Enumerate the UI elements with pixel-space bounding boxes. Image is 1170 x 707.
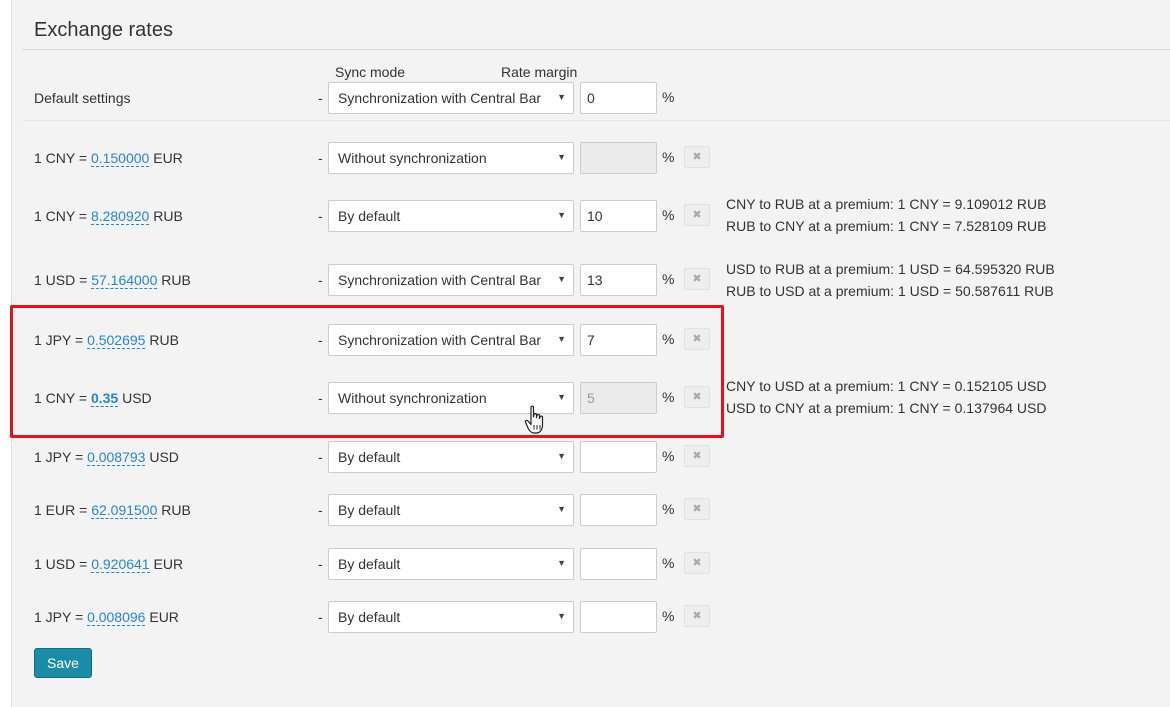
rate-label: 1 USD = 0.920641 EUR [34, 556, 184, 573]
highlight-box [10, 305, 724, 438]
remove-button[interactable]: ✖ [684, 204, 710, 226]
page-title: Exchange rates [34, 19, 173, 41]
dash: - [318, 208, 323, 224]
sync-mode-select[interactable]: By default ▼ [328, 200, 574, 232]
hand-pointer-icon [524, 405, 544, 434]
close-icon: ✖ [692, 610, 702, 622]
premium-note: RUB to USD at a premium: 1 USD = 50.5876… [726, 283, 1054, 299]
rate-value-link[interactable]: 57.164000 [91, 272, 158, 289]
sync-mode-select[interactable]: By default ▼ [328, 601, 574, 633]
rate-row-cny-eur: 1 CNY = 0.150000 EUR - Without synchroni… [0, 142, 1170, 176]
column-header-sync-mode: Sync mode [335, 64, 406, 80]
sync-mode-value: By default [338, 449, 401, 465]
rate-row-jpy-eur: 1 JPY = 0.008096 EUR - By default ▼ % ✖ [0, 601, 1170, 635]
dash: - [318, 90, 323, 106]
chevron-down-icon: ▼ [557, 451, 566, 461]
chevron-down-icon: ▼ [557, 611, 566, 621]
percent-sign: % [662, 448, 675, 464]
remove-button[interactable]: ✖ [684, 552, 710, 574]
save-button[interactable]: Save [34, 648, 92, 678]
sync-mode-select[interactable]: By default ▼ [328, 494, 574, 526]
rate-margin-input[interactable]: 0 [580, 82, 657, 114]
rate-label: 1 EUR = 62.091500 RUB [34, 502, 191, 519]
remove-button[interactable]: ✖ [684, 498, 710, 520]
sync-mode-value: Synchronization with Central Bar [338, 272, 542, 288]
remove-button[interactable]: ✖ [684, 445, 710, 467]
sync-mode-value: By default [338, 609, 401, 625]
dash: - [318, 609, 323, 625]
percent-sign: % [662, 149, 675, 165]
rate-value-link[interactable]: 0.920641 [91, 556, 150, 573]
rate-margin-input[interactable] [580, 441, 657, 473]
sync-mode-select[interactable]: Synchronization with Central Bar ▼ [328, 82, 574, 114]
percent-sign: % [662, 207, 675, 223]
rate-margin-input [580, 142, 657, 174]
sync-mode-value: Without synchronization [338, 150, 487, 166]
close-icon: ✖ [692, 503, 702, 515]
sync-mode-select[interactable]: Synchronization with Central Bar ▼ [328, 264, 574, 296]
sync-mode-value: By default [338, 208, 401, 224]
rate-margin-input[interactable]: 10 [580, 200, 657, 232]
title-divider [22, 49, 1170, 50]
column-header-rate-margin: Rate margin [501, 64, 578, 80]
rate-label: 1 USD = 57.164000 RUB [34, 272, 191, 289]
sync-mode-value: Synchronization with Central Bar [338, 90, 542, 106]
remove-button[interactable]: ✖ [684, 268, 710, 290]
default-settings-row: Default settings - Synchronization with … [0, 82, 1170, 116]
rate-margin-input[interactable] [580, 548, 657, 580]
rate-row-jpy-usd: 1 JPY = 0.008793 USD - By default ▼ % ✖ [0, 441, 1170, 475]
dash: - [318, 150, 323, 166]
rate-margin-input[interactable] [580, 494, 657, 526]
rate-value-link[interactable]: 0.008096 [87, 609, 146, 626]
close-icon: ✖ [692, 557, 702, 569]
dash: - [318, 272, 323, 288]
sync-mode-value: By default [338, 502, 401, 518]
dash: - [318, 449, 323, 465]
rate-value-link[interactable]: 0.008793 [87, 449, 146, 466]
chevron-down-icon: ▼ [557, 558, 566, 568]
rate-row-usd-eur: 1 USD = 0.920641 EUR - By default ▼ % ✖ [0, 548, 1170, 582]
remove-button[interactable]: ✖ [684, 605, 710, 627]
default-settings-label: Default settings [34, 90, 131, 106]
rate-label: 1 CNY = 8.280920 RUB [34, 208, 183, 225]
rate-label: 1 JPY = 0.008793 USD [34, 449, 179, 466]
percent-sign: % [662, 608, 675, 624]
chevron-down-icon: ▼ [557, 274, 566, 284]
premium-note: USD to CNY at a premium: 1 CNY = 0.13796… [726, 400, 1047, 416]
premium-note: CNY to RUB at a premium: 1 CNY = 9.10901… [726, 196, 1047, 212]
rate-value-link[interactable]: 62.091500 [91, 502, 158, 519]
dash: - [318, 502, 323, 518]
chevron-down-icon: ▼ [557, 152, 566, 162]
premium-note: RUB to CNY at a premium: 1 CNY = 7.52810… [726, 218, 1047, 234]
rate-value-link[interactable]: 0.150000 [90, 150, 150, 167]
rate-row-eur-rub: 1 EUR = 62.091500 RUB - By default ▼ % ✖ [0, 494, 1170, 528]
percent-sign: % [662, 555, 675, 571]
chevron-down-icon: ▼ [557, 210, 566, 220]
sync-mode-select[interactable]: By default ▼ [328, 441, 574, 473]
rate-label: 1 JPY = 0.008096 EUR [34, 609, 179, 626]
premium-note: CNY to USD at a premium: 1 CNY = 0.15210… [726, 378, 1047, 394]
rate-margin-input[interactable]: 13 [580, 264, 657, 296]
close-icon: ✖ [692, 151, 702, 163]
chevron-down-icon: ▼ [557, 92, 566, 102]
close-icon: ✖ [692, 450, 702, 462]
remove-button[interactable]: ✖ [684, 146, 710, 168]
rate-margin-input[interactable] [580, 601, 657, 633]
sync-mode-select[interactable]: Without synchronization ▼ [328, 142, 574, 174]
rate-label: 1 CNY = 0.150000 EUR [34, 150, 183, 167]
chevron-down-icon: ▼ [557, 504, 566, 514]
sync-mode-select[interactable]: By default ▼ [328, 548, 574, 580]
rate-value-link[interactable]: 8.280920 [90, 208, 150, 225]
premium-note: USD to RUB at a premium: 1 USD = 64.5953… [726, 261, 1055, 277]
percent-sign: % [662, 89, 675, 105]
percent-sign: % [662, 501, 675, 517]
dash: - [318, 556, 323, 572]
percent-sign: % [662, 271, 675, 287]
default-settings-divider [22, 120, 1170, 121]
close-icon: ✖ [692, 209, 702, 221]
close-icon: ✖ [692, 273, 702, 285]
sync-mode-value: By default [338, 556, 401, 572]
